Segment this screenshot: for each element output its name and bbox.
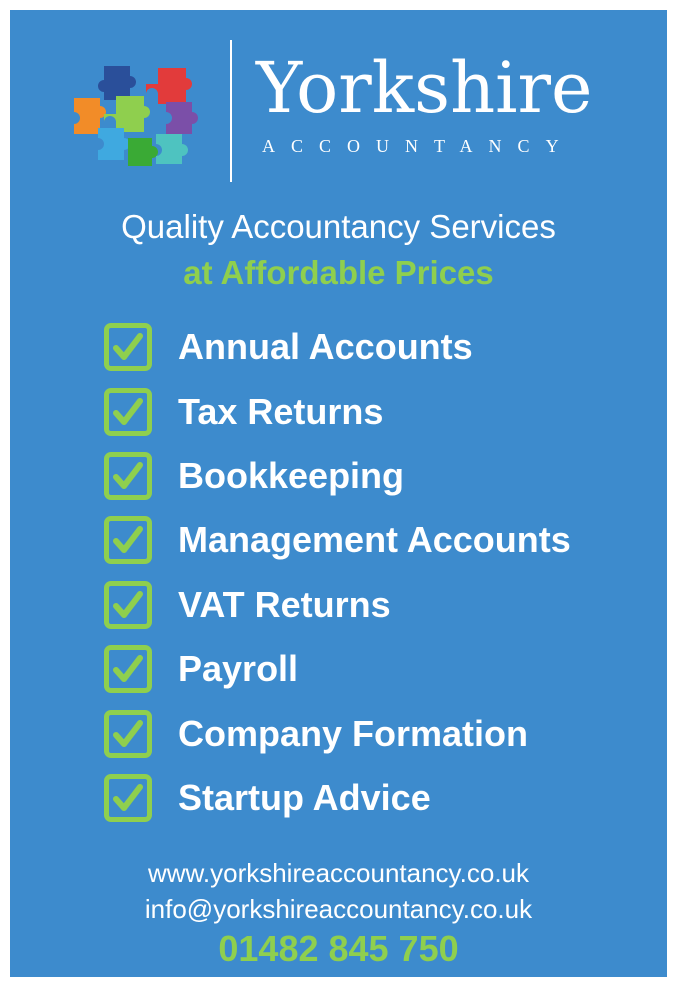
tagline-secondary: at Affordable Prices [183,254,494,291]
website-link[interactable]: www.yorkshireaccountancy.co.uk [10,858,667,889]
checkbox-icon [104,516,152,565]
puzzle-pieces-icon [74,66,198,166]
logo-divider [230,40,232,182]
tagline-primary: Quality Accountancy Services [121,208,556,245]
service-item: Payroll [104,637,664,701]
checkbox-icon [104,709,152,758]
checkbox-icon [104,645,152,694]
service-item: Tax Returns [104,379,664,443]
phone-number[interactable]: 01482 845 750 [10,928,667,970]
logo: Yorkshire ACCOUNTANCY [70,40,630,190]
services-list: Annual Accounts Tax Returns Bookkeeping … [104,315,664,830]
service-label: VAT Returns [178,583,391,625]
service-item: Management Accounts [104,508,664,572]
checkbox-icon [104,773,152,822]
service-label: Annual Accounts [178,326,473,368]
service-label: Payroll [178,648,299,690]
service-label: Company Formation [178,712,529,754]
checkbox-icon [104,580,152,629]
checkbox-icon [104,387,152,436]
service-item: Company Formation [104,701,664,765]
service-label: Startup Advice [178,776,431,818]
checkbox-icon [104,451,152,500]
service-item: Annual Accounts [104,315,664,379]
service-label: Management Accounts [178,519,571,561]
email-link[interactable]: info@yorkshireaccountancy.co.uk [10,894,667,925]
brand-subtitle: ACCOUNTANCY [262,136,575,156]
poster: Yorkshire ACCOUNTANCY Quality Accountanc… [10,10,667,977]
service-item: Bookkeeping [104,444,664,508]
checkbox-icon [104,323,152,372]
service-item: Startup Advice [104,766,664,830]
brand-name: Yorkshire [256,47,593,129]
service-label: Bookkeeping [178,454,405,496]
service-label: Tax Returns [178,390,384,432]
service-item: VAT Returns [104,573,664,637]
